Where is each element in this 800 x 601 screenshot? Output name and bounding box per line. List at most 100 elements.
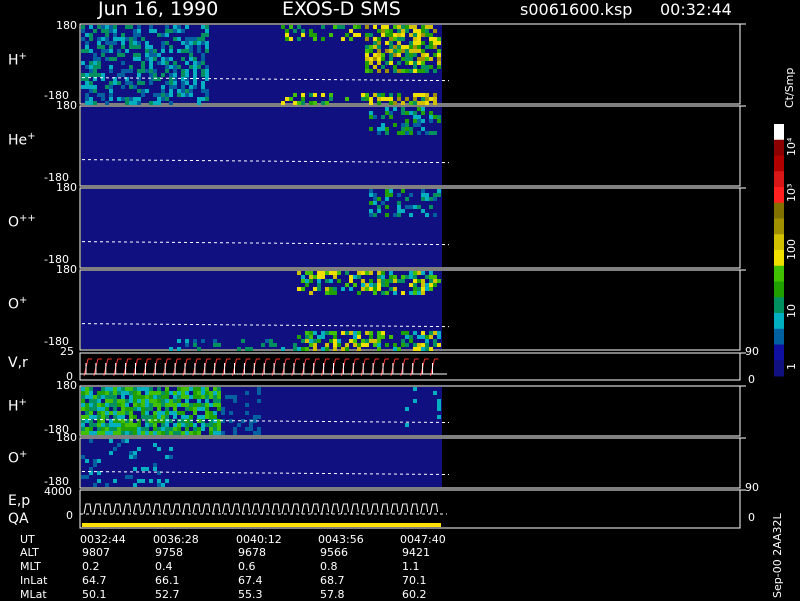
spectrogram-cell: [189, 407, 193, 411]
spectrogram-cell: [113, 431, 117, 435]
spectrogram-cell: [93, 29, 97, 33]
spectrogram-cell: [169, 403, 173, 407]
spectrogram-cell: [205, 69, 209, 73]
spectrogram-cell: [377, 335, 381, 339]
spectrogram-cell: [437, 41, 441, 45]
spectrogram-cell: [373, 343, 377, 347]
spectrogram-cell: [361, 271, 365, 275]
spectrogram-cell: [217, 431, 221, 435]
spectrogram-cell: [401, 33, 405, 37]
spectrogram-cell: [133, 451, 137, 455]
spectrogram-cell: [161, 399, 165, 403]
spectrogram-cell: [229, 395, 233, 399]
spectrogram-cell: [189, 45, 193, 49]
spectrogram-cell: [393, 65, 397, 69]
spectrogram-cell: [165, 97, 169, 101]
spectrogram-cell: [409, 193, 413, 197]
spectrogram-cell: [201, 69, 205, 73]
spectrogram-cell: [109, 85, 113, 89]
spectrogram-cell: [153, 427, 157, 431]
spectrogram-cell: [97, 395, 101, 399]
spectrogram-cell: [205, 65, 209, 69]
spectrogram-cell: [381, 115, 385, 119]
spectrogram-cell: [333, 271, 337, 275]
spectrogram-cell: [333, 291, 337, 295]
spectrogram-cell: [181, 85, 185, 89]
spectrogram-cell: [177, 65, 181, 69]
spectrogram-cell: [313, 33, 317, 37]
spectrogram-cell: [165, 479, 169, 483]
spectrogram-cell: [165, 395, 169, 399]
spectrogram-cell: [353, 33, 357, 37]
spectrogram-cell: [385, 189, 389, 193]
spectrogram-cell: [137, 391, 141, 395]
spectrogram-cell: [89, 81, 93, 85]
spectrogram-cell: [417, 205, 421, 209]
spectrogram-cell: [385, 111, 389, 115]
spectrogram-cell: [197, 407, 201, 411]
panel-label-o-plus-2: O+: [8, 449, 28, 467]
spectrogram-cell: [113, 427, 117, 431]
spectrogram-cell: [337, 25, 341, 29]
footer-cell: 0047:40: [400, 533, 446, 546]
spectrogram-cell: [421, 127, 425, 131]
spectrogram-cell: [373, 25, 377, 29]
spectrogram-cell: [225, 395, 229, 399]
spectrogram-cell: [369, 57, 373, 61]
spectrogram-cell: [93, 53, 97, 57]
spectrogram-cell: [85, 97, 89, 101]
spectrogram-cell: [101, 407, 105, 411]
spectrogram-cell: [173, 403, 177, 407]
spectrogram-cell: [129, 45, 133, 49]
spectrogram-cell: [433, 213, 437, 217]
spectrogram-cell: [365, 69, 369, 73]
spectrogram-cell: [201, 427, 205, 431]
spectrogram-cell: [377, 197, 381, 201]
spectrogram-cell: [101, 391, 105, 395]
spectrogram-cell: [425, 93, 429, 97]
spectrogram-cell: [285, 37, 289, 41]
spectrogram-cell: [81, 61, 85, 65]
spectrogram-cell: [161, 411, 165, 415]
spectrogram-cell: [405, 197, 409, 201]
colorbar-label: 100: [785, 239, 798, 260]
spectrogram-cell: [377, 57, 381, 61]
spectrogram-cell: [401, 291, 405, 295]
spectrogram-cell: [213, 403, 217, 407]
spectrogram-cell: [425, 287, 429, 291]
spectrogram-cell: [413, 61, 417, 65]
spectrogram-cell: [433, 41, 437, 45]
spectrogram-cell: [409, 339, 413, 343]
spectrogram-cell: [217, 423, 221, 427]
panel-label-ep: E,p: [8, 493, 31, 509]
spectrogram-cell: [201, 61, 205, 65]
spectrogram-cell: [197, 45, 201, 49]
spectrogram-cell: [405, 25, 409, 29]
spectrogram-cell: [85, 45, 89, 49]
spectrogram-cell: [141, 431, 145, 435]
spectrogram-cell: [365, 271, 369, 275]
footer-row-label: InLat: [20, 574, 48, 587]
spectrogram-cell: [129, 65, 133, 69]
spectrogram-cell: [433, 69, 437, 73]
spectrogram-cell: [365, 25, 369, 29]
spectrogram-cell: [117, 37, 121, 41]
spectrogram-cell: [201, 387, 205, 391]
spectrogram-cell: [165, 41, 169, 45]
spectrogram-cell: [165, 61, 169, 65]
footer-cell: 1.1: [402, 560, 420, 573]
spectrogram-cell: [425, 57, 429, 61]
spectrogram-cell: [377, 37, 381, 41]
spectrogram-cell: [389, 41, 393, 45]
spectrogram-cell: [105, 395, 109, 399]
spectrogram-cell: [297, 335, 301, 339]
spectrogram-cell: [353, 283, 357, 287]
spectrogram-cell: [197, 391, 201, 395]
spectrogram-cell: [413, 205, 417, 209]
spectrogram-cell: [281, 25, 285, 29]
spectrogram-cell: [169, 89, 173, 93]
spectrogram-cell: [177, 387, 181, 391]
spectrogram-cell: [417, 115, 421, 119]
spectrogram-cell: [421, 189, 425, 193]
spectrogram-cell: [173, 415, 177, 419]
